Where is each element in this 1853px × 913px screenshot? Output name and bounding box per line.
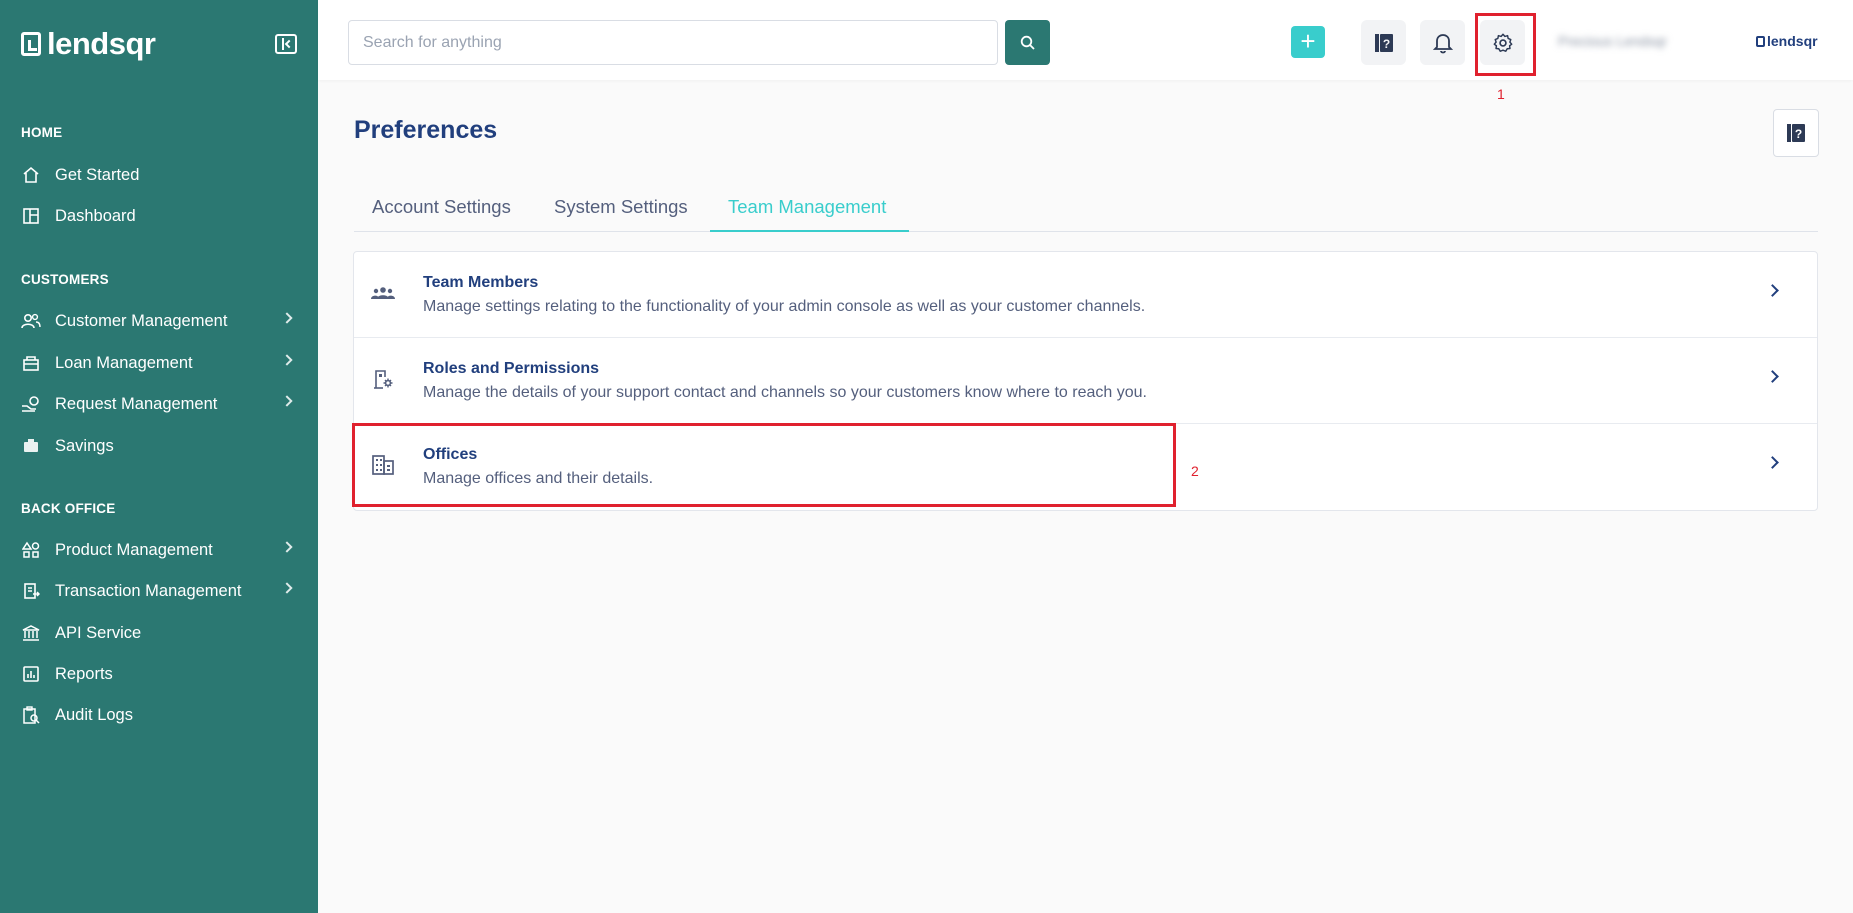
sidebar-item-label: Reports [55,664,113,683]
chart-icon [21,664,41,684]
list-item-roles-and-permissions[interactable]: Roles and Permissions Manage the details… [354,338,1817,424]
team-icon [370,280,396,306]
section-title-back-office: BACK OFFICE [21,501,116,516]
chevron-right-icon [1766,370,1779,383]
request-icon [21,394,41,414]
help-button[interactable]: ? [1361,20,1406,65]
sidebar-item-label: API Service [55,623,142,642]
preferences-tabs: Account Settings System Settings Team Ma… [354,190,1818,232]
sidebar-item-request-management[interactable]: Request Management [21,389,301,419]
sidebar-item-label: Loan Management [55,353,193,372]
sidebar-item-customer-management[interactable]: Customer Management [21,306,301,336]
logo-icon [1756,35,1765,47]
list-item-title: Roles and Permissions [423,360,600,377]
sidebar: lendsqr HOME Get Started Dashboard CUSTO… [0,0,318,913]
sidebar-item-label: Dashboard [55,206,136,225]
help-book-icon: ? [1787,124,1805,142]
chevron-right-icon [281,582,293,594]
sidebar-item-loan-management[interactable]: Loan Management [21,348,301,378]
chevron-right-icon [281,541,293,553]
topbar: + ? Precious Lendsqr lendsqr [318,0,1853,80]
logo-icon [21,32,41,56]
collapse-sidebar-icon[interactable] [275,34,297,54]
tab-account-settings[interactable]: Account Settings [354,196,529,232]
sidebar-item-label: Product Management [55,540,213,559]
notifications-button[interactable] [1420,20,1465,65]
user-menu[interactable]: Precious Lendsqr [1558,33,1667,49]
tab-team-management[interactable]: Team Management [710,196,909,232]
search-input[interactable] [348,20,998,65]
add-button[interactable]: + [1291,26,1325,58]
sidebar-item-label: Get Started [55,165,140,184]
clipboard-search-icon [21,705,41,725]
annotation-box-1 [1475,13,1536,76]
sidebar-item-savings[interactable]: Savings [21,431,301,461]
bank-icon [21,623,41,643]
bell-icon [1432,33,1453,53]
tab-system-settings[interactable]: System Settings [536,196,706,232]
list-item-description: Manage settings relating to the function… [423,298,1146,315]
list-item-title: Team Members [423,274,539,291]
sidebar-item-audit-logs[interactable]: Audit Logs [21,700,301,730]
sidebar-item-label: Audit Logs [55,705,133,724]
chevron-right-icon [281,395,293,407]
sidebar-item-api-service[interactable]: API Service [21,618,301,648]
svg-text:?: ? [1795,127,1802,141]
transaction-icon [21,581,41,601]
sidebar-item-label: Request Management [55,394,218,413]
logo[interactable]: lendsqr [21,26,156,62]
sidebar-item-reports[interactable]: Reports [21,659,301,689]
org-logo: lendsqr [1756,33,1818,49]
list-item-description: Manage the details of your support conta… [423,384,1147,401]
search-button[interactable] [1005,20,1050,65]
dashboard-icon [21,206,41,226]
users-icon [21,311,41,331]
sidebar-item-label: Transaction Management [55,581,242,600]
savings-icon [21,436,41,456]
help-book-icon: ? [1374,33,1393,52]
sidebar-item-transaction-management[interactable]: Transaction Management [21,576,301,606]
chevron-right-icon [281,354,293,366]
annotation-label-1: 1 [1497,86,1505,102]
sidebar-item-product-management[interactable]: Product Management [21,535,301,565]
chevron-right-icon [281,312,293,324]
chevron-right-icon [1766,456,1779,469]
roles-icon [370,366,396,392]
section-title-home: HOME [21,125,63,140]
annotation-label-2: 2 [1191,463,1199,479]
home-icon [21,165,41,185]
sidebar-item-label: Savings [55,436,114,455]
page-title: Preferences [354,116,498,144]
chevron-right-icon [1766,284,1779,297]
sidebar-item-get-started[interactable]: Get Started [21,160,301,190]
shapes-icon [21,540,41,560]
sidebar-item-dashboard[interactable]: Dashboard [21,201,301,231]
org-logo-text: lendsqr [1767,33,1818,49]
sidebar-item-label: Customer Management [55,311,228,330]
logo-text: lendsqr [47,26,156,61]
annotation-box-2 [352,423,1176,507]
loan-icon [21,353,41,373]
svg-text:?: ? [1382,37,1389,51]
section-title-customers: CUSTOMERS [21,272,109,287]
list-item-team-members[interactable]: Team Members Manage settings relating to… [354,252,1817,338]
search-icon [1020,35,1035,50]
page-help-button[interactable]: ? [1773,109,1819,157]
